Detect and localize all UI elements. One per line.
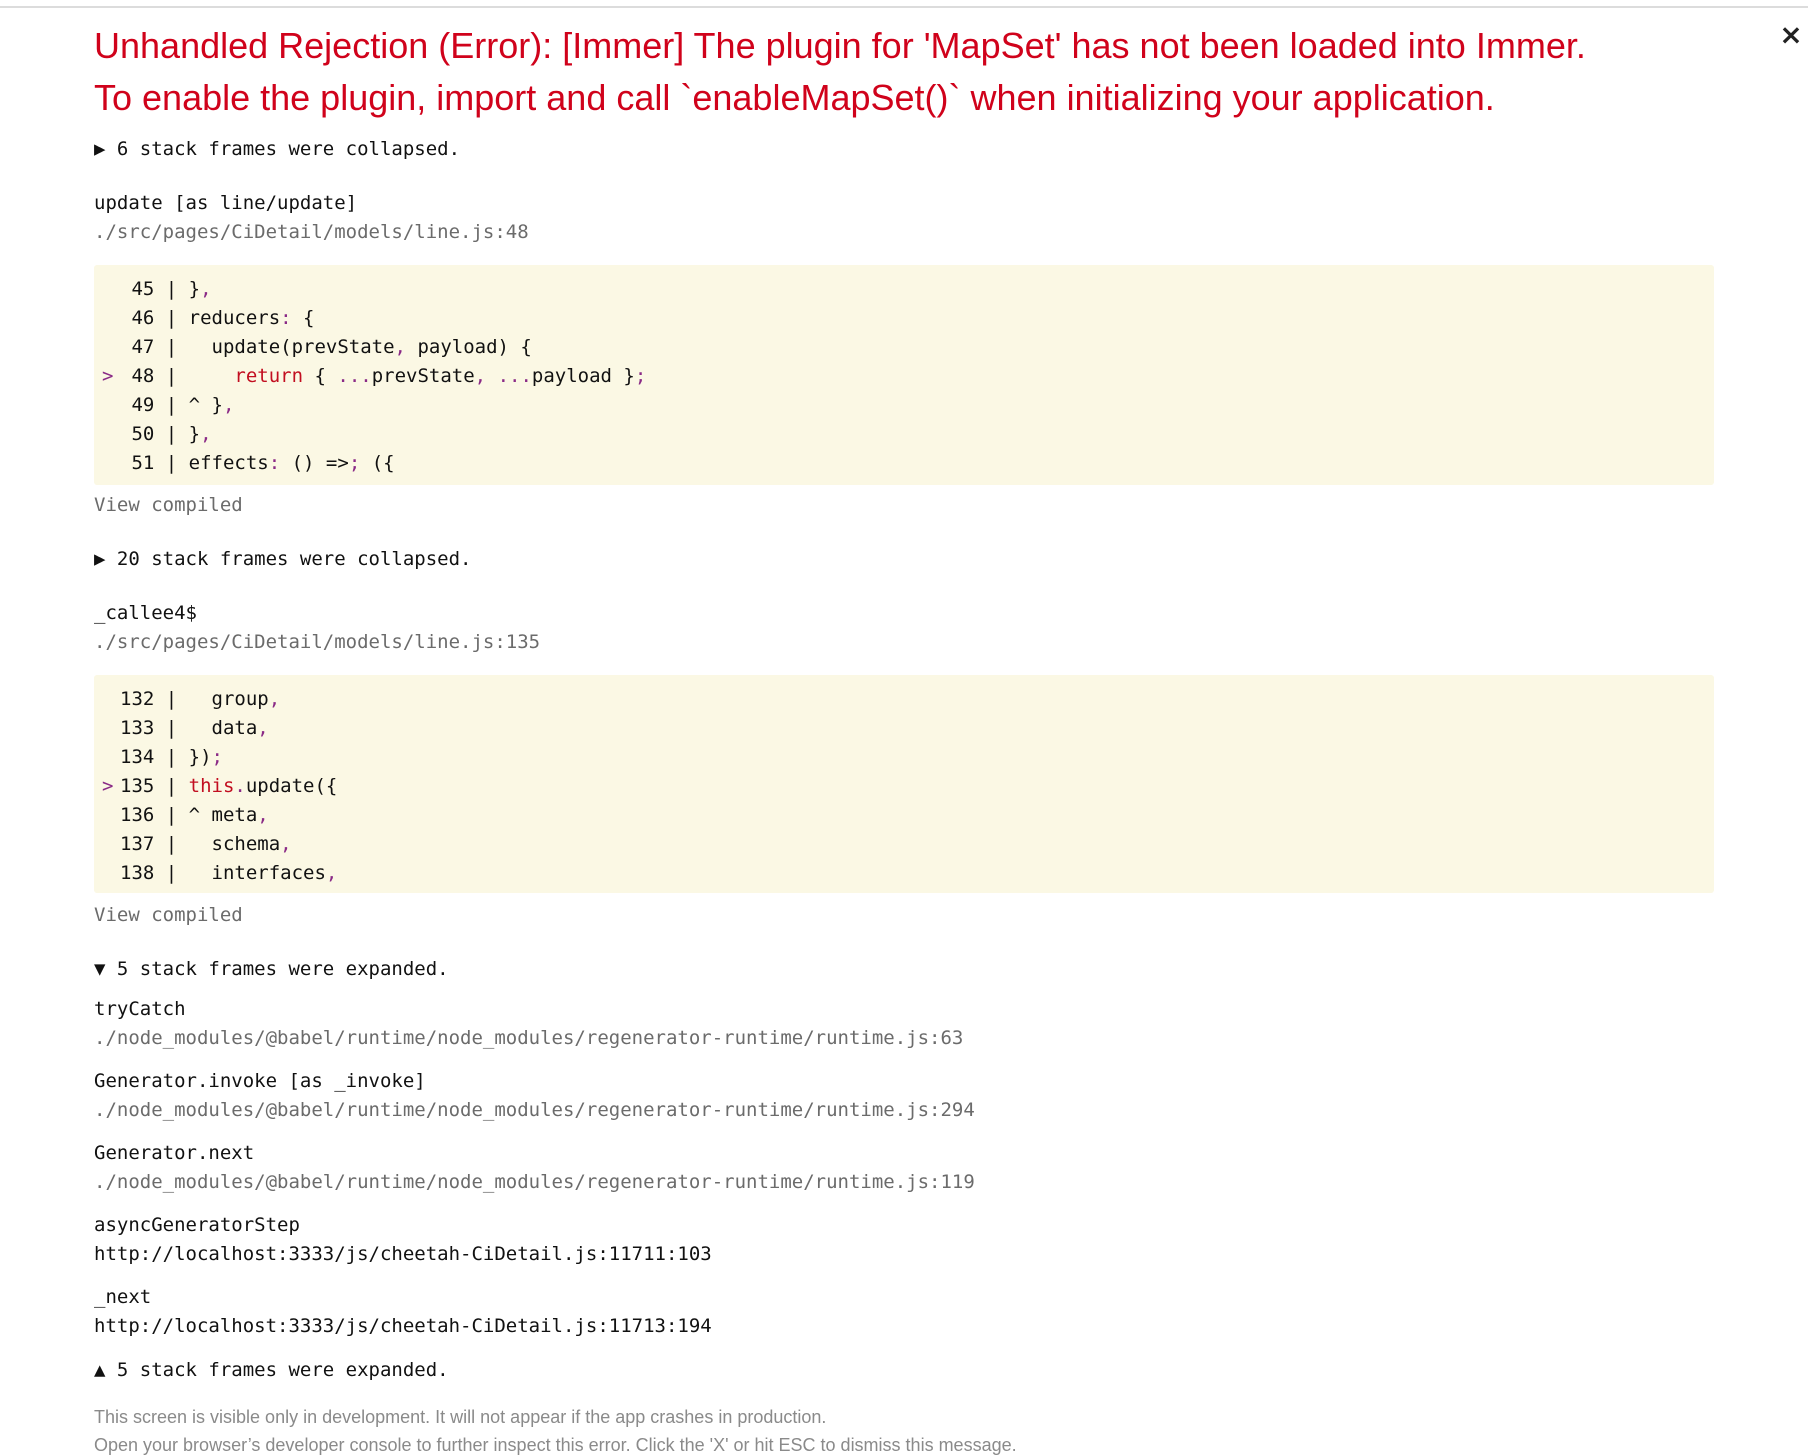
stack-frame-location[interactable]: ./node_modules/@babel/runtime/node_modul…	[94, 1027, 963, 1049]
code-line: 47 | update(prevState, payload) {	[94, 333, 532, 361]
stack-frame-function: Generator.next	[94, 1142, 255, 1164]
expanded-frames-toggle-top[interactable]: ▼ 5 stack frames were expanded.	[94, 958, 449, 980]
error-title: Unhandled Rejection (Error): [Immer] The…	[94, 20, 1654, 124]
code-text: data,	[188, 717, 269, 739]
error-title-line-1: Unhandled Rejection (Error): [Immer] The…	[94, 25, 1586, 66]
stack-frame-function: asyncGeneratorStep	[94, 1214, 300, 1236]
close-button[interactable]: ×	[1774, 18, 1808, 52]
stack-frame-location[interactable]: ./node_modules/@babel/runtime/node_modul…	[94, 1171, 975, 1193]
line-number: 135 |	[120, 775, 189, 797]
code-line: 51 | effects: () =>; ({	[94, 449, 395, 477]
code-text: },	[188, 423, 212, 445]
line-number: 48 |	[120, 365, 189, 387]
stack-frame-location[interactable]: http://localhost:3333/js/cheetah-CiDetai…	[94, 1315, 712, 1337]
line-number: 47 |	[120, 336, 189, 358]
stack-frame-function: tryCatch	[94, 998, 186, 1020]
code-text: update(prevState, payload) {	[188, 336, 532, 358]
footer-note: This screen is visible only in developme…	[94, 1407, 827, 1427]
line-number: 137 |	[120, 833, 189, 855]
code-line: 50 | },	[94, 420, 212, 448]
stack-frame-location[interactable]: ./src/pages/CiDetail/models/line.js:135	[94, 631, 540, 653]
code-text: reducers: {	[188, 307, 315, 329]
stack-frame-location[interactable]: ./node_modules/@babel/runtime/node_modul…	[94, 1099, 975, 1121]
view-compiled-link[interactable]: View compiled	[94, 904, 243, 926]
error-title-line-2: To enable the plugin, import and call `e…	[94, 77, 1495, 118]
code-text: ^ },	[188, 394, 235, 416]
code-line: 138 | interfaces,	[94, 859, 337, 887]
code-line: 136 | ^ meta,	[94, 801, 269, 829]
line-number: 49 |	[120, 394, 189, 416]
expanded-frames-toggle-bottom[interactable]: ▲ 5 stack frames were expanded.	[94, 1359, 449, 1381]
line-number: 136 |	[120, 804, 189, 826]
line-number: 138 |	[120, 862, 189, 884]
stack-frame-function: _next	[94, 1286, 152, 1308]
code-text: });	[188, 746, 223, 768]
code-text: interfaces,	[188, 862, 338, 884]
code-line: >135 | this.update({	[94, 772, 337, 800]
stack-frame-function: update [as line/update]	[94, 192, 358, 214]
line-number: 134 |	[120, 746, 189, 768]
code-snippet: 132 | group, 133 | data, 134 | }); >135 | t…	[94, 675, 1714, 893]
code-text: group,	[188, 688, 281, 710]
code-text: this.update({	[188, 775, 338, 797]
code-line: 45 | },	[94, 275, 212, 303]
code-text: effects: () =>; ({	[188, 452, 395, 474]
line-number: 46 |	[120, 307, 189, 329]
footer-note-2: Open your browser’s developer console to…	[94, 1435, 1017, 1455]
collapsed-frames-toggle-2[interactable]: ▶ 20 stack frames were collapsed.	[94, 548, 472, 570]
top-divider	[0, 6, 1808, 8]
stack-frame-location[interactable]: http://localhost:3333/js/cheetah-CiDetai…	[94, 1243, 712, 1265]
code-snippet: 45 | }, 46 | reducers: { 47 | update(pre…	[94, 265, 1714, 485]
code-line: 46 | reducers: {	[94, 304, 315, 332]
code-line: 137 | schema,	[94, 830, 292, 858]
code-text: schema,	[188, 833, 292, 855]
code-line: 134 | });	[94, 743, 223, 771]
code-text: },	[188, 278, 212, 300]
line-number: 132 |	[120, 688, 189, 710]
line-number: 50 |	[120, 423, 189, 445]
code-line: > 48 | return { ...prevState, ...payload…	[94, 362, 646, 390]
stack-frame-function: Generator.invoke [as _invoke]	[94, 1070, 426, 1092]
code-text: ^ meta,	[188, 804, 269, 826]
view-compiled-link[interactable]: View compiled	[94, 494, 243, 516]
code-line: 132 | group,	[94, 685, 280, 713]
line-number: 133 |	[120, 717, 189, 739]
code-text: return { ...prevState, ...payload };	[234, 365, 647, 387]
code-line: 49 | ^ },	[94, 391, 234, 419]
error-line-marker: >	[102, 775, 114, 797]
stack-frame-location[interactable]: ./src/pages/CiDetail/models/line.js:48	[94, 221, 529, 243]
code-line: 133 | data,	[94, 714, 269, 742]
collapsed-frames-toggle-1[interactable]: ▶ 6 stack frames were collapsed.	[94, 138, 460, 160]
line-number: 51 |	[120, 452, 189, 474]
stack-frame-function: _callee4$	[94, 602, 197, 624]
error-line-marker: >	[102, 365, 114, 387]
line-number: 45 |	[120, 278, 189, 300]
